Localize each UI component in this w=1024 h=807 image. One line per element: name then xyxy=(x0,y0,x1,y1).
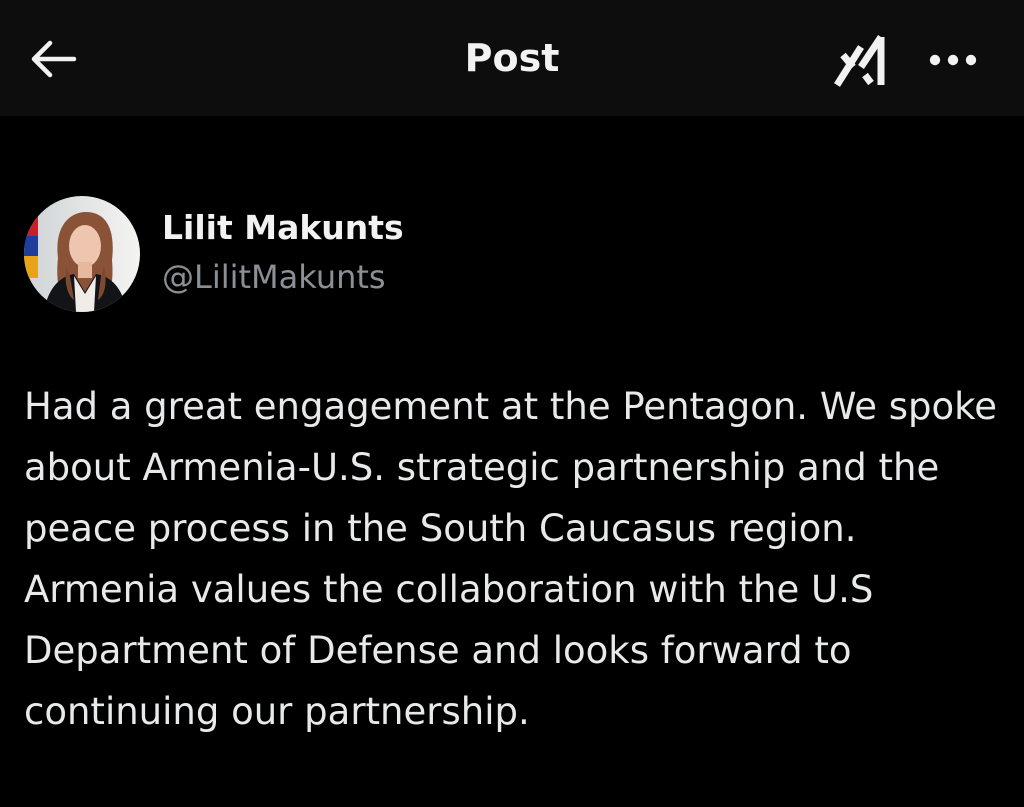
author-handle[interactable]: @LilitMakunts xyxy=(162,258,386,296)
grok-button[interactable] xyxy=(826,28,898,92)
more-options-button[interactable] xyxy=(918,32,988,88)
avatar[interactable] xyxy=(24,196,140,312)
grok-logo-icon xyxy=(834,35,885,87)
back-button[interactable] xyxy=(22,28,84,90)
ellipsis-icon xyxy=(929,54,977,66)
post-text: Had a great engagement at the Pentagon. … xyxy=(24,385,998,733)
arrow-left-icon xyxy=(31,40,77,78)
author-name[interactable]: Lilit Makunts xyxy=(162,208,404,247)
top-bar: Post xyxy=(0,0,1024,116)
profile-photo xyxy=(24,196,140,312)
